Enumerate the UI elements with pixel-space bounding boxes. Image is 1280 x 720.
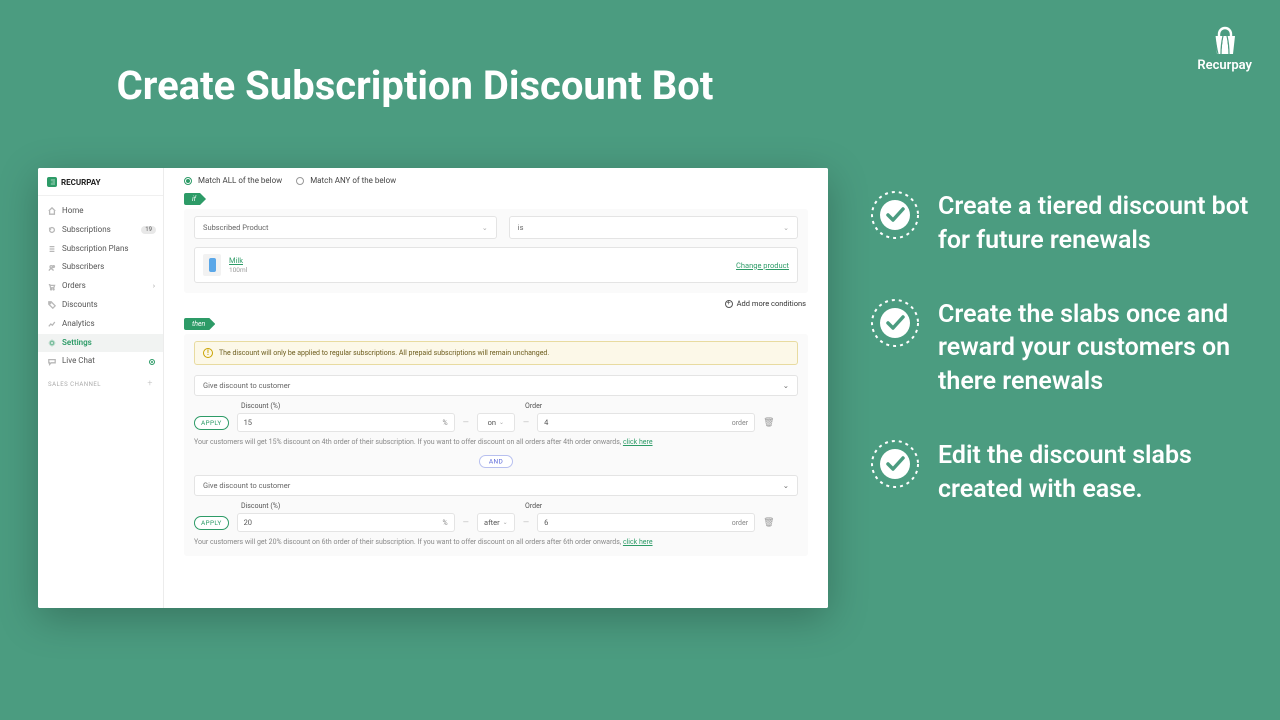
- order-input[interactable]: 4order: [537, 413, 755, 432]
- main-panel: Match ALL of the below Match ANY of the …: [164, 168, 828, 608]
- benefit-item: Edit the discount slabs created with eas…: [870, 439, 1250, 507]
- users-icon: [48, 264, 56, 272]
- bag-icon: [1208, 26, 1242, 56]
- chevron-down-icon: ⌄: [482, 224, 488, 232]
- sidebar-item-subscriptions[interactable]: Subscriptions19: [38, 221, 163, 240]
- product-name-link[interactable]: Milk: [229, 256, 728, 265]
- info-banner: ! The discount will only be applied to r…: [194, 341, 798, 365]
- order-header: Order: [525, 502, 542, 510]
- change-product-link[interactable]: Change product: [736, 261, 789, 270]
- discount-input[interactable]: 15%: [237, 413, 455, 432]
- benefits-list: Create a tiered discount bot for future …: [870, 190, 1250, 546]
- benefit-item: Create a tiered discount bot for future …: [870, 190, 1250, 258]
- warning-icon: !: [203, 348, 213, 358]
- delete-slab-button[interactable]: 🗑: [763, 418, 774, 428]
- sidebar-item-discounts[interactable]: Discounts: [38, 296, 163, 315]
- check-badge-icon: [870, 190, 920, 240]
- page-title: Create Subscription Discount Bot: [0, 62, 830, 109]
- chevron-down-icon: ⌄: [783, 481, 789, 490]
- chevron-down-icon: ⌄: [503, 519, 508, 526]
- sidebar-item-settings[interactable]: Settings: [38, 334, 163, 353]
- discount-slab: Discount (%)Order APPLY 15% — on⌄ — 4ord…: [194, 402, 798, 446]
- radio-match-all[interactable]: Match ALL of the below: [184, 176, 282, 185]
- plus-circle-icon: +: [725, 300, 733, 308]
- add-more-conditions[interactable]: +Add more conditions: [186, 299, 806, 308]
- timing-select[interactable]: on⌄: [477, 413, 515, 432]
- chart-icon: [48, 320, 56, 328]
- apply-button[interactable]: APPLY: [194, 516, 229, 530]
- click-here-link[interactable]: click here: [623, 538, 653, 546]
- condition-field-select[interactable]: Subscribed Product⌄: [194, 216, 497, 239]
- chevron-right-icon: ›: [153, 283, 155, 291]
- discount-header: Discount (%): [241, 502, 459, 510]
- sidebar-item-analytics[interactable]: Analytics: [38, 315, 163, 334]
- order-header: Order: [525, 402, 542, 410]
- sidebar-item-orders[interactable]: Orders›: [38, 277, 163, 296]
- cart-icon: [48, 283, 56, 291]
- then-pill: then: [184, 318, 215, 330]
- if-pill: if: [184, 193, 206, 205]
- gear-icon: [48, 339, 56, 347]
- benefit-item: Create the slabs once and reward your cu…: [870, 298, 1250, 399]
- brand-icon: [47, 177, 57, 187]
- sidebar-item-live-chat[interactable]: Live Chat: [38, 352, 163, 371]
- timing-select[interactable]: after⌄: [477, 513, 515, 532]
- sidebar-item-subscribers[interactable]: Subscribers: [38, 258, 163, 277]
- sidebar-brand: RECURPAY: [38, 168, 163, 196]
- sidebar-item-subscription-plans[interactable]: Subscription Plans: [38, 240, 163, 259]
- list-icon: [48, 245, 56, 253]
- action-type-select[interactable]: Give discount to customer⌄: [194, 375, 798, 396]
- sidebar-section-sales-channel: SALES CHANNEL+: [38, 371, 163, 393]
- action-block: ! The discount will only be applied to r…: [184, 334, 808, 556]
- home-icon: [48, 207, 56, 215]
- condition-operator-select[interactable]: is⌄: [509, 216, 798, 239]
- chevron-down-icon: ⌄: [783, 224, 789, 232]
- brand-logo: Recurpay: [1197, 26, 1252, 73]
- plus-icon[interactable]: +: [147, 379, 153, 389]
- slab-hint: Your customers will get 15% discount on …: [194, 438, 798, 446]
- sidebar: RECURPAY Home Subscriptions19 Subscripti…: [38, 168, 164, 608]
- chevron-down-icon: ⌄: [783, 381, 789, 390]
- chevron-down-icon: ⌄: [499, 419, 504, 426]
- slab-hint: Your customers will get 20% discount on …: [194, 538, 798, 546]
- tag-icon: [48, 301, 56, 309]
- action-type-select[interactable]: Give discount to customer⌄: [194, 475, 798, 496]
- count-badge: 19: [141, 226, 156, 235]
- product-variant: 100ml: [229, 266, 247, 274]
- product-thumbnail: [203, 254, 221, 276]
- radio-match-any[interactable]: Match ANY of the below: [296, 176, 396, 185]
- click-here-link[interactable]: click here: [623, 438, 653, 446]
- selected-product-row: Milk 100ml Change product: [194, 247, 798, 283]
- refresh-icon: [48, 226, 56, 234]
- condition-block: Subscribed Product⌄ is⌄ Milk 100ml Chang…: [184, 209, 808, 293]
- and-separator: AND: [194, 456, 798, 465]
- chat-icon: [48, 358, 56, 366]
- delete-slab-button[interactable]: 🗑: [763, 518, 774, 528]
- sidebar-item-home[interactable]: Home: [38, 202, 163, 221]
- check-badge-icon: [870, 298, 920, 348]
- discount-slab: Discount (%)Order APPLY 20% — after⌄ — 6…: [194, 502, 798, 546]
- app-window: RECURPAY Home Subscriptions19 Subscripti…: [38, 168, 828, 608]
- order-input[interactable]: 6order: [537, 513, 755, 532]
- discount-header: Discount (%): [241, 402, 459, 410]
- status-dot: [149, 359, 155, 365]
- discount-input[interactable]: 20%: [237, 513, 455, 532]
- match-mode-group: Match ALL of the below Match ANY of the …: [184, 176, 808, 185]
- check-badge-icon: [870, 439, 920, 489]
- apply-button[interactable]: APPLY: [194, 416, 229, 430]
